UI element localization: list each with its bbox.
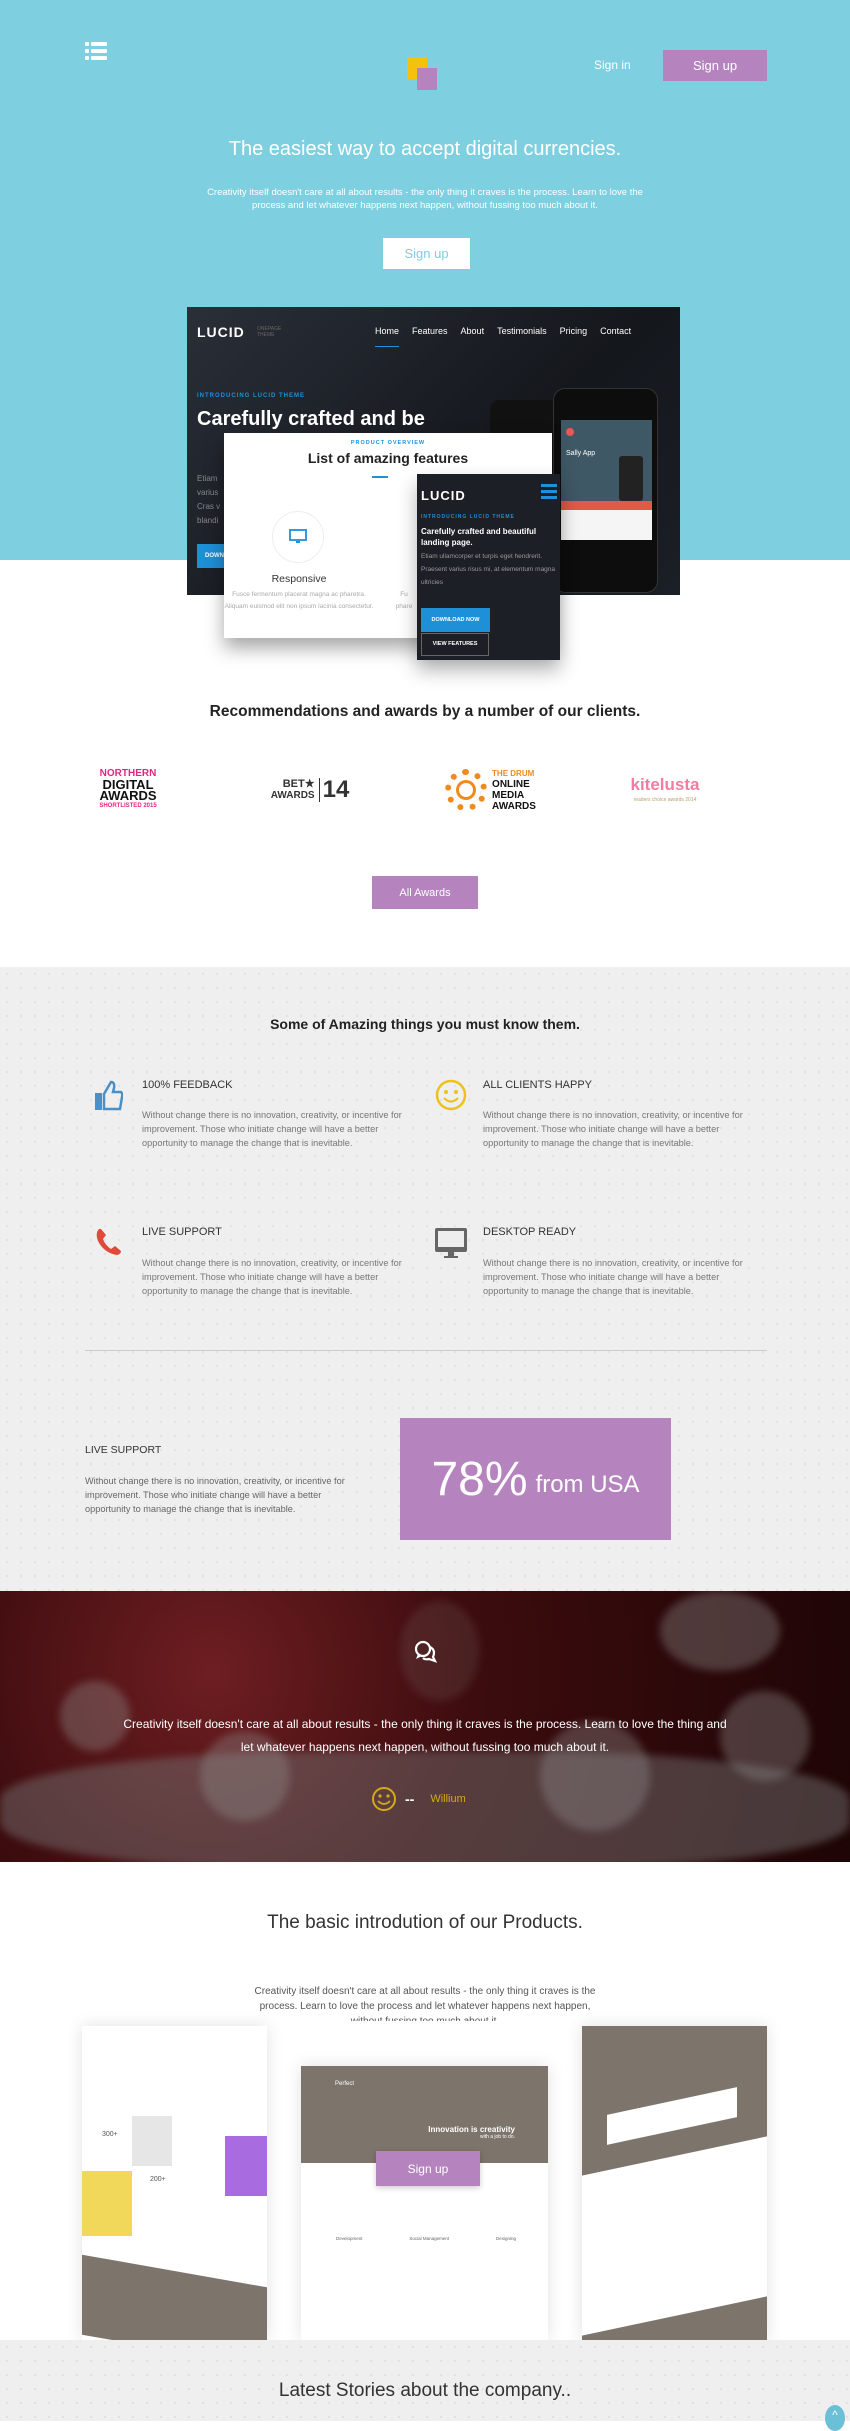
tablet-view-features-button[interactable]: VIEW FEATURES: [421, 633, 489, 656]
all-awards-button[interactable]: All Awards: [372, 876, 478, 909]
awards-title: Recommendations and awards by a number o…: [209, 703, 641, 720]
chat-bubbles-icon: [412, 1639, 440, 1670]
card-kicker: PRODUCT OVERVIEW: [350, 440, 426, 446]
mockup-brand: LUCID: [197, 324, 245, 340]
product-screenshot-left: 300+ 200+: [82, 2026, 267, 2340]
mockup-kicker: INTRODUCING LUCID THEME: [197, 393, 305, 399]
theme-mockup-tablet: LUCID INTRODUCING LUCID THEME Carefully …: [417, 474, 560, 660]
mockup-nav-pricing[interactable]: Pricing: [560, 326, 588, 347]
mockup-nav: Home Features About Testimonials Pricing…: [375, 326, 631, 347]
tablet-kicker: INTRODUCING LUCID THEME: [421, 514, 515, 520]
feature-text: Without change there is no innovation, c…: [142, 1110, 402, 1148]
features-title: Some of Amazing things you must know the…: [270, 1016, 580, 1032]
sign-in-link[interactable]: Sign in: [594, 58, 631, 72]
divider: [85, 1350, 767, 1351]
app-icon: [566, 428, 574, 436]
phone-icon: [95, 1227, 123, 1262]
author-name: Willium: [430, 1793, 466, 1805]
logo[interactable]: [407, 57, 441, 91]
hamburger-icon[interactable]: [541, 484, 557, 499]
feature-title: ALL CLIENTS HAPPY: [483, 1079, 593, 1091]
hero-title: The easiest way to accept digital curren…: [228, 138, 622, 160]
product-sign-up-button[interactable]: Sign up: [376, 2151, 480, 2186]
stat-text: Without change there is no innovation, c…: [85, 1476, 345, 1514]
feature-title: 100% FEEDBACK: [142, 1079, 233, 1091]
list-icon[interactable]: [85, 42, 107, 60]
feature-text: Without change there is no innovation, c…: [483, 1110, 743, 1148]
feature-title: DESKTOP READY: [483, 1226, 577, 1238]
products-text: Creativity itself doesn't care at all ab…: [254, 1986, 596, 2021]
card-title: List of amazing features: [307, 450, 469, 466]
mockup-nav-contact[interactable]: Contact: [600, 326, 631, 347]
hero-text: Creativity itself doesn't care at all ab…: [207, 187, 643, 211]
mockup-nav-about[interactable]: About: [461, 326, 485, 347]
stat-box: 78% from USA: [400, 1418, 671, 1540]
middle-headline: Innovation is creativity with a job to do…: [428, 2125, 515, 2140]
stories-title: Latest Stories about the company..: [278, 2380, 572, 2401]
scroll-to-top-button[interactable]: ^: [825, 2405, 845, 2431]
monitor-icon: [434, 1227, 468, 1264]
stat-label: from USA: [535, 1471, 640, 1498]
award-logo-the-drum: THE DRUM ONLINE MEDIA AWARDS: [433, 765, 548, 815]
award-logo-kitelusta: kitelusta readers choice awards 2014: [630, 774, 700, 803]
mockup-nav-features[interactable]: Features: [412, 326, 448, 347]
award-logo-northern-digital: NORTHERN DIGITAL AWARDS SHORTLISTED 2015: [99, 768, 157, 809]
mockup-headline: Carefully crafted and be: [197, 408, 425, 430]
smiley-icon: [372, 1787, 396, 1811]
feature-title: LIVE SUPPORT: [142, 1226, 222, 1238]
left-stat-2: 200+: [150, 2176, 166, 2183]
middle-brand: Perfect: [335, 2081, 355, 2087]
testimonial-author: -- Willium: [371, 1786, 466, 1812]
logo-square-purple: [417, 68, 437, 90]
tablet-brand: LUCID: [421, 488, 466, 503]
middle-services: Development Social Management Designing: [336, 2236, 516, 2241]
product-screenshot-right: [582, 2026, 767, 2340]
phone-mockup: Sally App: [553, 388, 658, 593]
hero-sign-up-button[interactable]: Sign up: [383, 238, 470, 269]
phone-screen: Sally App: [561, 420, 652, 540]
mockup-brand-sub: ONEPAGE THEME: [257, 326, 282, 338]
smiley-icon: [434, 1078, 468, 1117]
product-screenshot-middle: Perfect Innovation is creativity with a j…: [301, 2066, 548, 2340]
card-feature-text-partial: Fu phare: [395, 591, 413, 610]
sign-up-button[interactable]: Sign up: [663, 50, 767, 81]
mockup-body: Etiam varius Cras v blandi: [197, 474, 221, 525]
card-feature-title: Responsive: [271, 573, 327, 585]
stat-percent: 78%: [431, 1452, 528, 1506]
monitor-icon: [272, 511, 324, 563]
feature-text: Without change there is no innovation, c…: [142, 1258, 402, 1296]
phone-app-title: Sally App: [566, 450, 596, 457]
mockup-nav-home[interactable]: Home: [375, 326, 400, 347]
tablet-download-button[interactable]: DOWNLOAD NOW: [421, 608, 490, 632]
stat-title: LIVE SUPPORT: [85, 1444, 162, 1456]
tablet-text: Etiam ullamcorper et turpis eget hendrer…: [421, 553, 556, 586]
author-dash: --: [405, 1791, 415, 1807]
left-stat-1: 300+: [102, 2131, 118, 2138]
thumbs-up-icon: [93, 1078, 124, 1117]
award-logo-bet: BET★ AWARDS 14: [270, 776, 350, 803]
tablet-headline: Carefully crafted and beautiful landing …: [421, 527, 537, 547]
card-feature-text: Fusce fermentum placerat magna ac pharet…: [224, 591, 374, 610]
mockup-nav-testimonials[interactable]: Testimonials: [497, 326, 547, 347]
products-title: The basic introdution of our Products.: [267, 1912, 583, 1933]
feature-text: Without change there is no innovation, c…: [483, 1258, 743, 1296]
testimonial-quote: Creativity itself doesn't care at all ab…: [123, 1717, 727, 1754]
